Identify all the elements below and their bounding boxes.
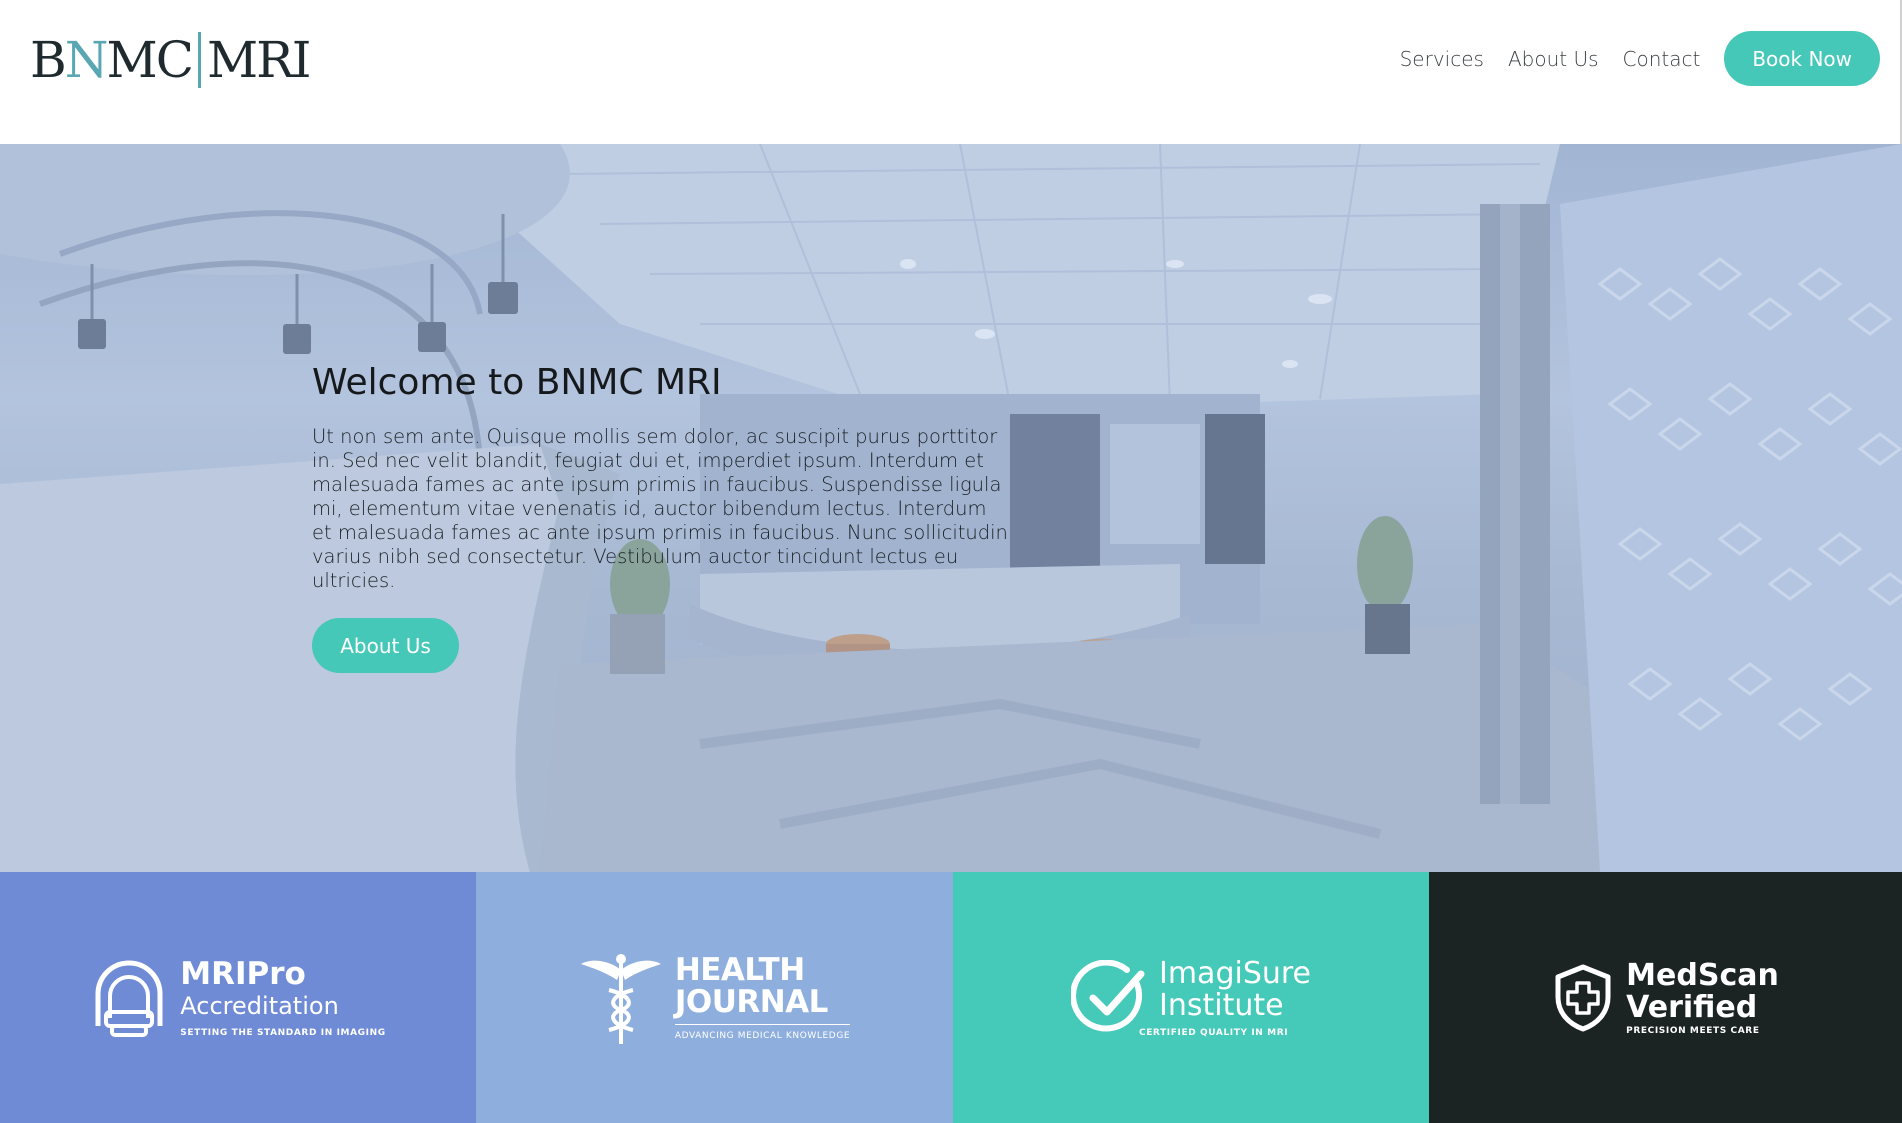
nav-services-link[interactable]: Services [1400,47,1484,71]
logo-letter-b: B [30,31,67,89]
nav-about-link[interactable]: About Us [1508,47,1599,71]
medscan-tagline: PRECISION MEETS CARE [1626,1025,1760,1036]
partner-tile-medscan: MedScan Verified PRECISION MEETS CARE [1429,872,1902,1123]
nav-contact-link[interactable]: Contact [1623,47,1701,71]
book-now-button[interactable]: Book Now [1724,31,1880,86]
imagisure-tagline: CERTIFIED QUALITY IN MRI [1138,1027,1289,1038]
health-journal-tagline: ADVANCING MEDICAL KNOWLEDGE [674,1031,851,1041]
partner-tile-mripro: MRIPro Accreditation SETTING THE STANDAR… [0,872,476,1123]
imagisure-name-line2: Institute [1158,987,1284,1023]
site-header: B N MC MRI Services About Us Contact Book N… [0,0,1902,144]
mripro-tagline: SETTING THE STANDARD IN IMAGING [180,1027,386,1038]
hero-description: Ut non sem ante. Quisque mollis sem dolo… [312,425,1008,592]
logo-letters-mri: MRI [206,31,312,89]
site-logo[interactable]: B N MC MRI [30,30,312,90]
shield-cross-icon [1555,964,1611,1031]
logo-divider [197,32,201,88]
mri-scanner-icon [95,960,163,1037]
medscan-name-line2: Verified [1626,989,1758,1025]
partner-logo-imagisure: ImagiSure Institute CERTIFIED QUALITY IN… [1070,955,1312,1038]
main-nav: Services About Us Contact Book Now [1400,31,1880,86]
partner-logo-medscan: MedScan Verified PRECISION MEETS CARE [1552,957,1779,1036]
partner-logo-health-journal: HEALTH JOURNAL ADVANCING MEDICAL KNOWLED… [579,950,851,1046]
mripro-name-line2: Accreditation [180,991,339,1020]
imagisure-name-line1: ImagiSure [1158,955,1312,991]
health-journal-name-line2: JOURNAL [674,986,851,1025]
logo-letters-mc: MC [106,31,194,89]
hero-section: Welcome to BNMC MRI Ut non sem ante. Qui… [0,144,1902,872]
health-journal-name-line1: HEALTH [674,952,805,988]
partner-tile-imagisure: ImagiSure Institute CERTIFIED QUALITY IN… [953,872,1429,1123]
logo-letter-n: N [64,31,109,89]
partner-tile-health-journal: HEALTH JOURNAL ADVANCING MEDICAL KNOWLED… [476,872,953,1123]
hero-title: Welcome to BNMC MRI [312,362,722,403]
mripro-name-line1: MRIPro [180,955,306,992]
partner-logo-mripro: MRIPro Accreditation SETTING THE STANDAR… [90,956,385,1040]
about-us-button[interactable]: About Us [312,618,459,673]
hero-content: Welcome to BNMC MRI Ut non sem ante. Qui… [312,362,1012,673]
partner-logos-strip: MRIPro Accreditation SETTING THE STANDAR… [0,872,1902,1123]
caduceus-icon [580,953,661,1044]
check-circle-icon [1070,959,1145,1031]
medscan-name-line1: MedScan [1626,957,1779,993]
